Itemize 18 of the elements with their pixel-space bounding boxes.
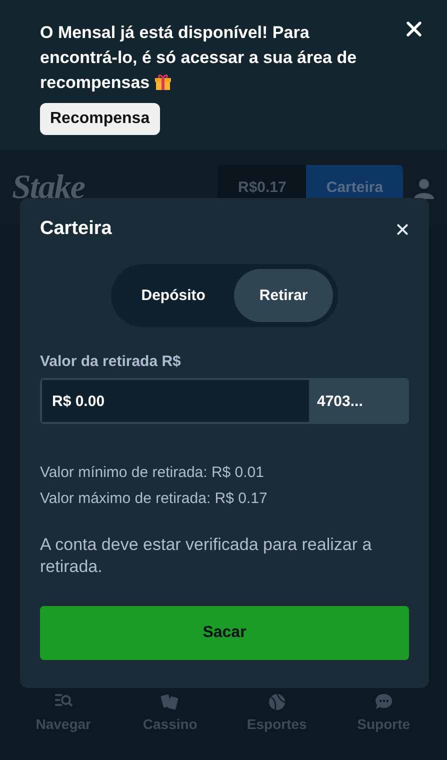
verification-notice: A conta deve estar verificada para realizar a retirada.	[40, 534, 373, 578]
ball-icon[interactable]	[266, 692, 287, 712]
rewards-button[interactable]: Recompensa	[40, 103, 160, 135]
close-icon[interactable]	[396, 222, 409, 236]
tab[interactable]: Retirar	[234, 269, 333, 322]
field-label: Valor da retirada R$	[40, 353, 182, 370]
withdraw-button[interactable]: Sacar	[40, 606, 409, 660]
limit-text: Valor mínimo de retirada: R$ 0.01	[40, 463, 265, 483]
cards-icon[interactable]	[160, 692, 180, 712]
amount-field[interactable]: R$ 0.00 4703...	[40, 378, 409, 424]
gift-icon	[154, 73, 172, 91]
banner-message: O Mensal já está disponível! Para encontrá-lo, é só acessar a sua área de recompensas	[40, 22, 358, 94]
amount-suffix: 4703...	[309, 380, 407, 422]
modal-title: Carteira	[40, 218, 112, 240]
chat-icon[interactable]	[374, 692, 394, 712]
limit-text: Valor máximo de retirada: R$ 0.17	[40, 489, 268, 509]
tab[interactable]: Depósito	[116, 269, 230, 322]
user-icon[interactable]	[413, 176, 435, 198]
